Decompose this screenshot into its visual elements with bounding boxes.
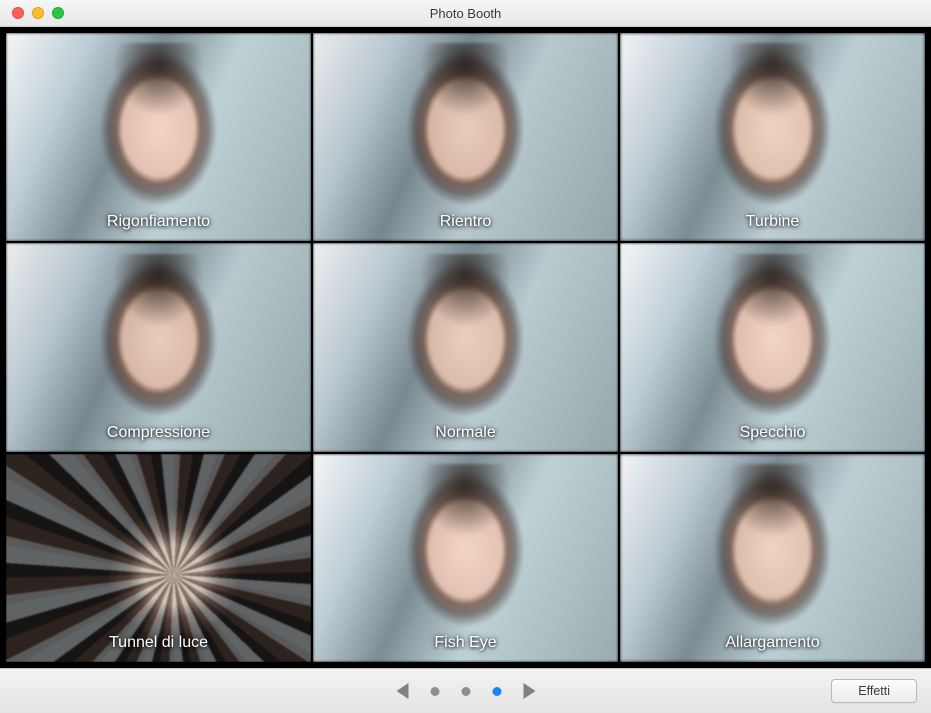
- effects-viewport: Rigonfiamento Rientro Turbine Compressio…: [0, 27, 931, 668]
- effect-label: Normale: [435, 424, 495, 442]
- effect-tile-rientro[interactable]: Rientro: [313, 33, 618, 241]
- photo-booth-window: Photo Booth Rigonfiamento Rientro Turbin…: [0, 0, 931, 713]
- fullscreen-button[interactable]: [52, 7, 64, 19]
- previous-page-arrow-icon[interactable]: [396, 683, 408, 699]
- effect-tile-turbine[interactable]: Turbine: [620, 33, 925, 241]
- effects-pager: [396, 683, 535, 699]
- effect-tile-rigonfiamento[interactable]: Rigonfiamento: [6, 33, 311, 241]
- effect-label: Allargamento: [725, 634, 819, 652]
- effect-tile-fish-eye[interactable]: Fish Eye: [313, 454, 618, 662]
- page-dot-1[interactable]: [430, 687, 439, 696]
- effect-label: Turbine: [746, 213, 800, 231]
- effect-preview-image: [620, 243, 925, 451]
- effects-grid: Rigonfiamento Rientro Turbine Compressio…: [6, 33, 925, 662]
- effect-preview-image: [6, 33, 311, 241]
- effect-preview-image: [313, 454, 618, 662]
- page-dot-3[interactable]: [492, 687, 501, 696]
- effect-preview-image: [620, 33, 925, 241]
- titlebar: Photo Booth: [0, 0, 931, 27]
- effect-label: Rientro: [440, 213, 492, 231]
- effect-preview-image: [313, 243, 618, 451]
- effect-preview-image: [620, 454, 925, 662]
- effect-label: Specchio: [740, 424, 806, 442]
- effect-label: Compressione: [107, 424, 210, 442]
- page-dot-2[interactable]: [461, 687, 470, 696]
- effects-button-label: Effetti: [858, 684, 890, 698]
- next-page-arrow-icon[interactable]: [523, 683, 535, 699]
- effect-tile-allargamento[interactable]: Allargamento: [620, 454, 925, 662]
- window-controls: [0, 7, 64, 19]
- effect-preview-image: [313, 33, 618, 241]
- effects-button[interactable]: Effetti: [831, 679, 917, 703]
- effect-tile-compressione[interactable]: Compressione: [6, 243, 311, 451]
- effect-label: Tunnel di luce: [109, 634, 208, 652]
- effect-tile-tunnel-di-luce[interactable]: Tunnel di luce: [6, 454, 311, 662]
- effect-tile-specchio[interactable]: Specchio: [620, 243, 925, 451]
- effect-preview-image: [6, 243, 311, 451]
- effect-label: Fish Eye: [434, 634, 496, 652]
- close-button[interactable]: [12, 7, 24, 19]
- effect-tile-normale[interactable]: Normale: [313, 243, 618, 451]
- minimize-button[interactable]: [32, 7, 44, 19]
- effect-preview-image: [6, 454, 311, 662]
- bottom-toolbar: Effetti: [0, 668, 931, 713]
- effect-label: Rigonfiamento: [107, 213, 210, 231]
- window-title: Photo Booth: [0, 6, 931, 21]
